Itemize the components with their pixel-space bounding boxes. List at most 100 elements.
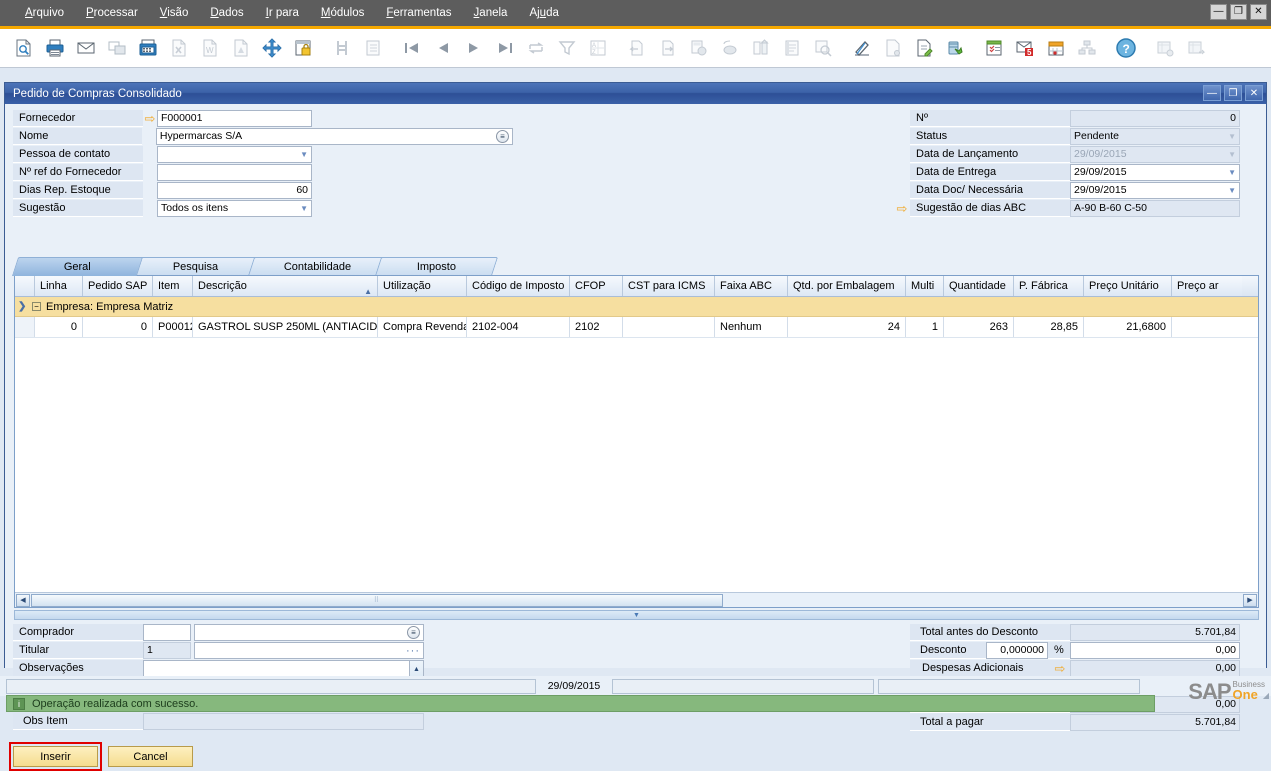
first-record-icon[interactable]: [396, 33, 427, 64]
splitter-collapse-icon[interactable]: ▼: [633, 612, 640, 619]
tab-contabilidade[interactable]: Contabilidade: [248, 257, 387, 276]
launch-app-icon[interactable]: [256, 33, 287, 64]
close-icon[interactable]: ✕: [1250, 4, 1267, 20]
fax-icon[interactable]: [132, 33, 163, 64]
menu-item-dados[interactable]: Dados: [199, 0, 254, 26]
cell-quantidade[interactable]: 263: [944, 317, 1014, 337]
cell-pedido-sap[interactable]: 0: [83, 317, 153, 337]
desconto-value[interactable]: 0,00: [1070, 642, 1240, 659]
pessoa-contato-dropdown[interactable]: ▼: [157, 146, 312, 163]
grid-col-item[interactable]: Item: [153, 276, 193, 296]
scroll-up-icon[interactable]: ▲: [410, 661, 423, 677]
grid-col-descricao[interactable]: Descrição ▲: [193, 276, 378, 296]
email-icon[interactable]: [70, 33, 101, 64]
nome-input[interactable]: Hypermarcas S/A ≡: [156, 128, 513, 145]
menu-item-ajuda[interactable]: Ajuda: [518, 0, 569, 26]
dias-rep-estoque-input[interactable]: 60: [157, 182, 312, 199]
cell-descricao[interactable]: GASTROL SUSP 250ML (ANTIACIDO): [193, 317, 378, 337]
chevron-down-icon[interactable]: ▼: [300, 201, 308, 216]
document-restore-icon[interactable]: ❐: [1224, 85, 1242, 101]
scroll-right-icon[interactable]: ▶: [1243, 594, 1257, 607]
sms-icon[interactable]: [101, 33, 132, 64]
print-preview-icon[interactable]: [8, 33, 39, 64]
chevron-down-icon[interactable]: ▼: [300, 147, 308, 162]
status-dropdown[interactable]: Pendente ▼: [1070, 128, 1240, 145]
grid-col-cfop[interactable]: CFOP: [570, 276, 623, 296]
chevron-down-icon[interactable]: ▼: [1228, 183, 1236, 198]
menu-item-janela[interactable]: Janela: [463, 0, 519, 26]
cell-codigo-imposto[interactable]: 2102-004: [467, 317, 570, 337]
document-minimize-icon[interactable]: —: [1203, 85, 1221, 101]
titular-more-options-icon[interactable]: ···: [406, 646, 420, 656]
draw-icon[interactable]: [846, 33, 877, 64]
cell-preco-ar[interactable]: [1172, 317, 1242, 337]
menu-item-modulos[interactable]: Módulos: [310, 0, 375, 26]
next-record-icon[interactable]: [458, 33, 489, 64]
tab-pesquisa[interactable]: Pesquisa: [131, 257, 260, 276]
data-cube-icon[interactable]: [939, 33, 970, 64]
menu-item-ir-para[interactable]: Ir para: [255, 0, 310, 26]
chevron-down-icon[interactable]: ▼: [1228, 129, 1236, 144]
grid-col-cst-icms[interactable]: CST para ICMS: [623, 276, 715, 296]
cell-faixa-abc[interactable]: Nenhum: [715, 317, 788, 337]
schedule-icon[interactable]: [1040, 33, 1071, 64]
cell-cfop[interactable]: 2102: [570, 317, 623, 337]
document-close-icon[interactable]: ✕: [1245, 85, 1263, 101]
sugestao-abc-link-arrow-icon[interactable]: ⇨: [894, 202, 910, 215]
grid-col-qtd-embalagem[interactable]: Qtd. por Embalagem: [788, 276, 906, 296]
grid-col-multi[interactable]: Multi: [906, 276, 944, 296]
grid-col-p-fabrica[interactable]: P. Fábrica: [1014, 276, 1084, 296]
menu-item-ferramentas[interactable]: Ferramentas: [375, 0, 462, 26]
grid-hscroll-thumb[interactable]: ⠿: [31, 594, 723, 607]
menu-item-arquivo[interactable]: Arquivo: [14, 0, 75, 26]
inserir-button[interactable]: Inserir: [13, 746, 98, 767]
help-icon[interactable]: ?: [1110, 33, 1141, 64]
ref-fornecedor-input[interactable]: [157, 164, 312, 181]
comprador-name-input[interactable]: ≡: [194, 624, 424, 641]
chevron-down-icon[interactable]: ▼: [1228, 165, 1236, 180]
sugestao-dropdown[interactable]: Todos os itens ▼: [157, 200, 312, 217]
comprador-code-input[interactable]: [143, 624, 191, 641]
tab-geral[interactable]: Geral: [12, 257, 143, 276]
cell-utilizacao[interactable]: Compra Revenda: [378, 317, 467, 337]
lock-icon[interactable]: [287, 33, 318, 64]
cell-multi[interactable]: 1: [906, 317, 944, 337]
data-doc-necessaria-input[interactable]: 29/09/2015 ▼: [1070, 182, 1240, 199]
cancel-button[interactable]: Cancel: [108, 746, 193, 767]
grid-col-utilizacao[interactable]: Utilização: [378, 276, 467, 296]
despesas-adicionais-link-arrow-icon[interactable]: ⇨: [1050, 660, 1070, 677]
grid-col-codigo-imposto[interactable]: Código de Imposto: [467, 276, 570, 296]
restore-icon[interactable]: ❐: [1230, 4, 1247, 20]
grid-col-faixa-abc[interactable]: Faixa ABC: [715, 276, 788, 296]
tab-imposto[interactable]: Imposto: [375, 257, 498, 276]
row-selector-cell[interactable]: [15, 317, 35, 337]
comprador-choose-list-icon[interactable]: ≡: [407, 626, 420, 639]
collapse-group-icon[interactable]: −: [32, 302, 41, 311]
panel-splitter[interactable]: ▼: [14, 610, 1259, 620]
previous-record-icon[interactable]: [427, 33, 458, 64]
row-selector-icon[interactable]: ❯: [18, 301, 32, 312]
fornecedor-input[interactable]: F000001: [157, 110, 312, 127]
grid-col-linha[interactable]: Linha: [35, 276, 83, 296]
grid-group-row[interactable]: ❯ − Empresa: Empresa Matriz: [15, 297, 1258, 317]
grid-col-pedido-sap[interactable]: Pedido SAP: [83, 276, 153, 296]
data-entrega-input[interactable]: 29/09/2015 ▼: [1070, 164, 1240, 181]
calendar-tasks-icon[interactable]: [978, 33, 1009, 64]
cell-qtd-embalagem[interactable]: 24: [788, 317, 906, 337]
edit-document-icon[interactable]: [908, 33, 939, 64]
cell-p-fabrica[interactable]: 28,85: [1014, 317, 1084, 337]
table-row[interactable]: 0 0 P000128 GASTROL SUSP 250ML (ANTIACID…: [15, 317, 1258, 338]
menu-item-visao[interactable]: Visão: [149, 0, 200, 26]
cell-cst-icms[interactable]: [623, 317, 715, 337]
fornecedor-link-arrow-icon[interactable]: ⇨: [143, 112, 157, 125]
messages-icon[interactable]: 5: [1009, 33, 1040, 64]
resize-grip[interactable]: ◢: [1263, 691, 1269, 700]
minimize-icon[interactable]: —: [1210, 4, 1227, 20]
desconto-percent-input[interactable]: 0,000000: [986, 642, 1048, 659]
cell-item[interactable]: P000128: [153, 317, 193, 337]
titular-name-input[interactable]: ···: [194, 642, 424, 659]
grid-col-preco-ar[interactable]: Preço ar: [1172, 276, 1242, 296]
grid-horizontal-scrollbar[interactable]: ◀ ⠿ ▶: [15, 592, 1258, 607]
cell-preco-unitario[interactable]: 21,6800: [1084, 317, 1172, 337]
print-icon[interactable]: [39, 33, 70, 64]
